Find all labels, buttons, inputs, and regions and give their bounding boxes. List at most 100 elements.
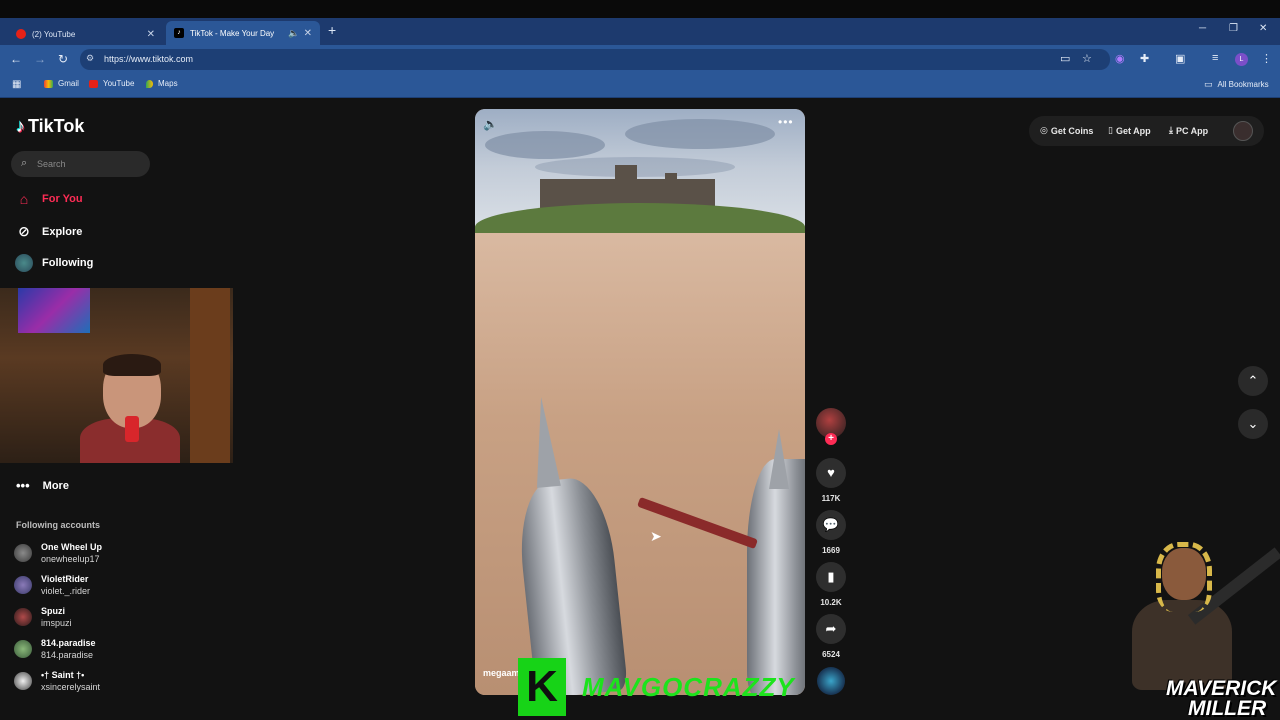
avatar bbox=[14, 672, 32, 690]
video-player[interactable] bbox=[475, 109, 805, 695]
tab-tiktok[interactable]: ♪ TikTok - Make Your Day 🔈 ✕ bbox=[166, 21, 320, 45]
account-handle: 814.paradise bbox=[41, 650, 94, 660]
download-icon: ⤓ bbox=[1169, 125, 1173, 135]
bookmark-star-icon[interactable]: ☆ bbox=[1082, 52, 1092, 65]
music-disc-icon[interactable] bbox=[817, 667, 845, 695]
bookmark-icon: ▮ bbox=[816, 562, 846, 592]
creator-name[interactable]: megaam bbox=[483, 668, 520, 678]
avatar bbox=[14, 640, 32, 658]
share-count: 6524 bbox=[822, 650, 840, 659]
get-coins-button[interactable]: ◎ Get Coins bbox=[1040, 125, 1093, 136]
like-count: 117K bbox=[821, 494, 841, 503]
phone-icon: ▯ bbox=[1108, 125, 1113, 135]
share-button[interactable]: ➦ 6524 bbox=[816, 614, 846, 659]
account-name: Spuzi bbox=[41, 606, 65, 616]
menu-kebab-icon[interactable]: ⋮ bbox=[1261, 52, 1272, 65]
home-icon: ⌂ bbox=[19, 191, 29, 207]
person-hair bbox=[103, 354, 161, 376]
avatar bbox=[14, 576, 32, 594]
following-accounts-title: Following accounts bbox=[16, 520, 101, 530]
account-name: 814.paradise bbox=[41, 638, 96, 648]
close-tab-icon[interactable]: ✕ bbox=[304, 28, 312, 39]
user-avatar[interactable] bbox=[1233, 121, 1253, 141]
following-account[interactable]: VioletRider violet._.rider bbox=[14, 573, 90, 597]
account-name: •† Saint †• bbox=[41, 670, 85, 680]
following-account[interactable]: •† Saint †• xsincerelysaint bbox=[14, 669, 100, 693]
nav-label: For You bbox=[42, 193, 83, 205]
all-bookmarks-label: All Bookmarks bbox=[1217, 80, 1269, 89]
speaker-icon[interactable]: 🔈 bbox=[288, 28, 299, 39]
account-handle: violet._.rider bbox=[41, 586, 91, 596]
share-arrow-icon: ➦ bbox=[816, 614, 846, 644]
comment-button[interactable]: 💬 1669 bbox=[816, 510, 846, 555]
nav-following[interactable]: Following bbox=[14, 254, 94, 273]
tiktok-logo[interactable]: ♪ TikTok bbox=[16, 116, 84, 137]
extension-circle-icon[interactable]: ◉ bbox=[1115, 52, 1125, 65]
account-handle: imspuzi bbox=[41, 618, 72, 628]
search-input[interactable]: ⌕ Search bbox=[11, 151, 150, 177]
stream-overlay-text: MAVGOCRAZZY bbox=[582, 671, 795, 702]
nav-explore[interactable]: ⊘ Explore bbox=[14, 223, 82, 240]
get-app-label: Get App bbox=[1115, 125, 1151, 136]
youtube-icon bbox=[16, 29, 26, 39]
search-icon: ⌕ bbox=[21, 157, 28, 169]
get-app-button[interactable]: ▯ Get App bbox=[1108, 125, 1151, 136]
omnibox[interactable] bbox=[80, 49, 1110, 70]
nav-label: Following bbox=[42, 257, 94, 270]
cloud bbox=[625, 119, 775, 149]
more-button[interactable]: ••• More bbox=[16, 478, 69, 493]
youtube-icon bbox=[89, 79, 98, 88]
site-info-icon[interactable]: ⚙ bbox=[86, 53, 94, 64]
cloud bbox=[485, 131, 605, 159]
nav-for-you[interactable]: ⌂ For You bbox=[14, 191, 83, 207]
profile-avatar[interactable]: L bbox=[1235, 53, 1248, 66]
more-dots-icon: ••• bbox=[16, 478, 30, 493]
tab-youtube[interactable]: (2) YouTube ✕ bbox=[8, 22, 163, 46]
previous-video-button[interactable]: ⌃ bbox=[1238, 366, 1268, 396]
account-name: One Wheel Up bbox=[41, 542, 103, 552]
side-panel-icon[interactable]: ▣ bbox=[1175, 52, 1185, 65]
minimize-icon[interactable]: ─ bbox=[1199, 23, 1206, 34]
media-controls-icon[interactable]: ≡ bbox=[1212, 52, 1218, 64]
search-placeholder: Search bbox=[37, 159, 66, 169]
close-tab-icon[interactable]: ✕ bbox=[147, 29, 155, 40]
extensions-puzzle-icon[interactable]: ✚ bbox=[1140, 52, 1149, 65]
webcam-overlay bbox=[0, 288, 233, 463]
pc-app-button[interactable]: ⤓ PC App bbox=[1169, 125, 1208, 136]
next-video-button[interactable]: ⌄ bbox=[1238, 409, 1268, 439]
character-braids bbox=[1156, 542, 1212, 612]
apps-grid-icon[interactable]: ▦ bbox=[12, 79, 21, 90]
bookmark-label: YouTube bbox=[103, 79, 135, 88]
tab-title: TikTok - Make Your Day bbox=[190, 28, 275, 38]
following-account[interactable]: Spuzi imspuzi bbox=[14, 605, 72, 629]
bookmark-maps[interactable]: Maps bbox=[146, 79, 178, 88]
new-tab-button[interactable]: + bbox=[328, 22, 336, 38]
restore-icon[interactable]: ❐ bbox=[1229, 23, 1238, 34]
reload-icon[interactable]: ↻ bbox=[58, 52, 68, 66]
volume-icon[interactable]: 🔈 bbox=[483, 117, 498, 131]
bookmark-gmail[interactable]: Gmail bbox=[44, 79, 79, 88]
install-app-icon[interactable]: ▭ bbox=[1060, 52, 1070, 65]
account-handle: xsincerelysaint bbox=[41, 682, 101, 692]
like-button[interactable]: ♥ 117K bbox=[816, 458, 846, 503]
follow-plus-icon[interactable]: + bbox=[825, 433, 837, 445]
url-text[interactable]: https://www.tiktok.com bbox=[104, 54, 193, 64]
back-icon[interactable]: ← bbox=[10, 52, 22, 66]
avatar bbox=[14, 608, 32, 626]
close-window-icon[interactable]: ✕ bbox=[1259, 23, 1267, 34]
bookmark-youtube[interactable]: YouTube bbox=[89, 79, 134, 88]
maps-icon bbox=[146, 79, 153, 88]
following-account[interactable]: 814.paradise 814.paradise bbox=[14, 637, 96, 661]
brand-name: TikTok bbox=[28, 116, 85, 136]
video-more-icon[interactable]: ••• bbox=[778, 115, 794, 129]
bookmarks-bar bbox=[0, 74, 1280, 98]
all-bookmarks-button[interactable]: ▭ All Bookmarks bbox=[1204, 79, 1269, 90]
castle-tower bbox=[615, 165, 637, 181]
tiktok-note-icon: ♪ bbox=[16, 116, 25, 136]
following-account[interactable]: One Wheel Up onewheelup17 bbox=[14, 541, 102, 565]
forward-icon[interactable]: → bbox=[34, 52, 46, 66]
following-avatar bbox=[14, 254, 34, 273]
tab-strip: (2) YouTube ✕ ♪ TikTok - Make Your Day 🔈… bbox=[0, 18, 1280, 45]
save-button[interactable]: ▮ 10.2K bbox=[816, 562, 846, 607]
streamer-character-overlay: MAVERICK MILLER bbox=[1110, 540, 1280, 720]
